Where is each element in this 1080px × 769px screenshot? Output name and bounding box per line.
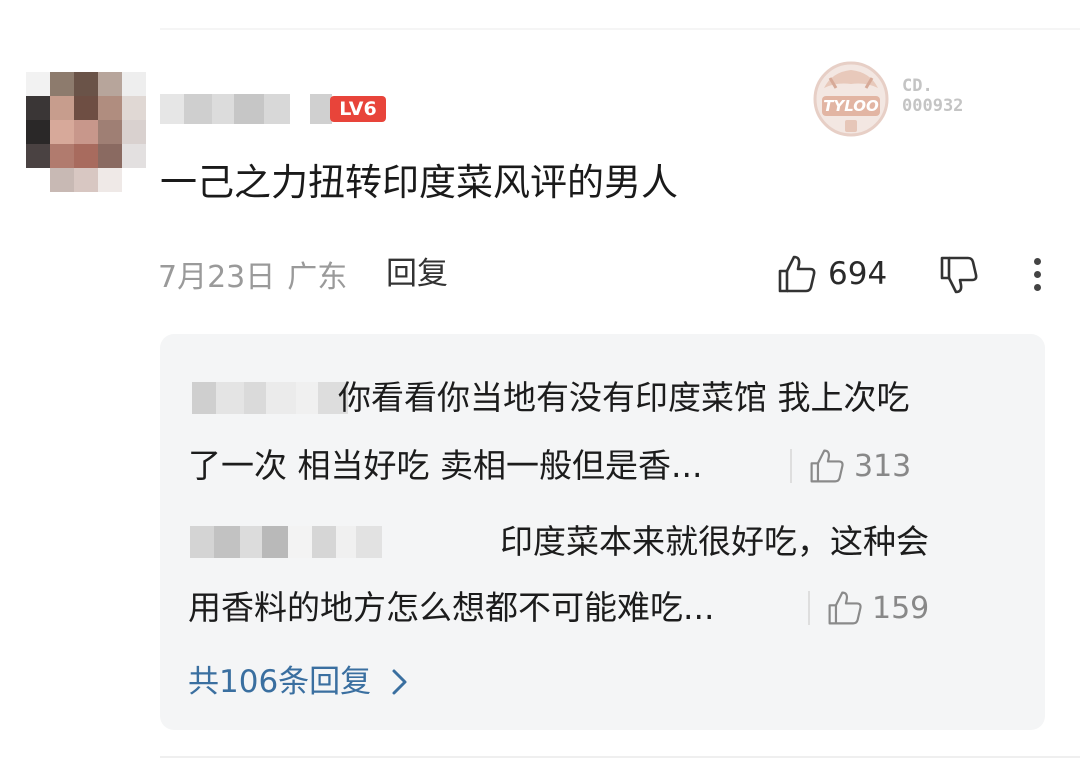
fan-badge-text: TYLOO [823,97,879,115]
comment-date: 7月23日 [158,260,276,295]
fan-badge-id: CD. 000932 [902,76,963,116]
fan-badge-id-line1: CD. [902,76,933,96]
comment-meta: 7月23日 广东 [158,252,347,296]
like-count: 694 [828,256,888,292]
fan-badge-icon: TYLOO [813,61,889,137]
comment-text: 一己之力扭转印度菜风评的男人 [160,161,678,204]
reply-like-separator [808,591,810,625]
reply-preview-box[interactable]: 你看看你当地有没有印度菜馆 我上次吃 了一次 相当好吃 卖相一般但是香... 3… [160,334,1045,730]
level-badge: LV6 [330,96,386,122]
comment-location: 广东 [287,260,348,295]
more-options-button[interactable] [1022,254,1052,294]
reply-like-count: 159 [872,590,930,626]
reply-like-separator [790,449,792,483]
like-button[interactable]: 694 [776,250,887,298]
more-dot [1034,271,1041,278]
more-dot [1034,258,1041,265]
chevron-right-icon [392,669,407,695]
reply-text-line1: 你看看你当地有没有印度菜馆 我上次吃 [338,378,910,417]
view-all-replies-link[interactable]: 共106条回复 [188,660,411,704]
top-divider [160,28,1080,30]
dislike-button[interactable] [938,252,980,296]
reply-username-blurred[interactable] [192,382,348,414]
thumbs-up-icon [778,255,816,293]
thumbs-down-icon [940,256,978,294]
thumbs-up-icon [810,449,844,483]
avatar[interactable] [26,72,146,192]
reply-text-line2: 了一次 相当好吃 卖相一般但是香... [188,446,703,485]
reply-like-button[interactable]: 159 [808,586,929,630]
comment-page: LV6 TYLOO CD. 000932 一己之力扭转印度菜风评的男人 7月23… [0,0,1080,769]
reply-button[interactable]: 回复 [386,252,448,296]
view-all-replies-label: 共106条回复 [188,664,372,700]
thumbs-up-icon [828,591,862,625]
reply-text-line2: 用香料的地方怎么想都不可能难吃... [188,588,715,627]
reply-like-count: 313 [854,448,912,484]
reply-text-line1: 印度菜本来就很好吃，这种会 [500,522,929,561]
bottom-divider [160,756,1080,758]
reply-username-blurred[interactable] [190,526,382,558]
more-dot [1034,284,1041,291]
fan-badge-id-line2: 000932 [902,96,964,116]
reply-like-button[interactable]: 313 [790,444,911,488]
username-blurred[interactable] [160,94,332,124]
